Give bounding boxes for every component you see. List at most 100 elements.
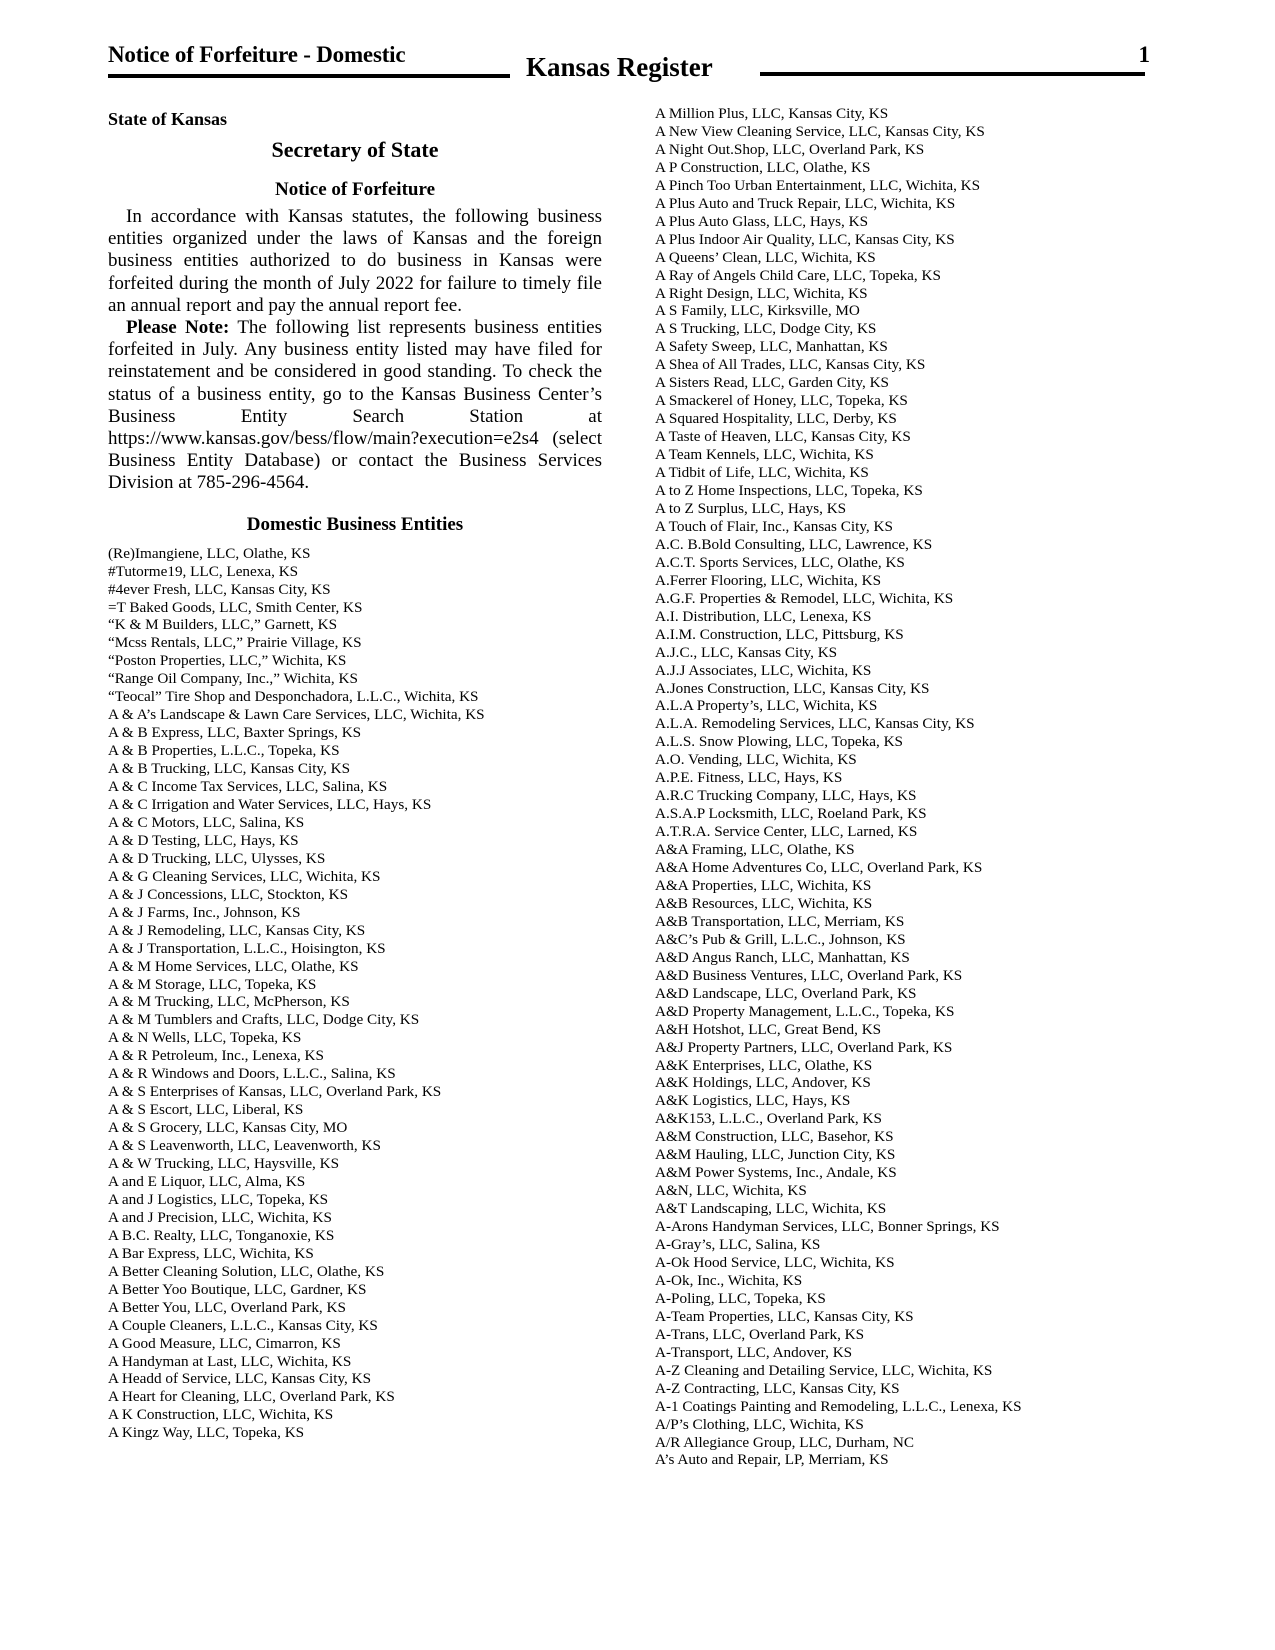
- entity-list-item: A Queens’ Clean, LLC, Wichita, KS: [655, 248, 876, 266]
- notice-heading: Notice of Forfeiture: [274, 179, 435, 200]
- entity-list-item: A.R.C Trucking Company, LLC, Hays, KS: [655, 787, 917, 805]
- entity-list-item: #4ever Fresh, LLC, Kansas City, KS: [108, 580, 331, 598]
- entity-list-item: A Shea of All Trades, LLC, Kansas City, …: [655, 356, 926, 374]
- entity-list-item: A Ray of Angels Child Care, LLC, Topeka,…: [655, 266, 941, 284]
- entity-list-item: A & C Motors, LLC, Salina, KS: [108, 813, 305, 831]
- entity-list-item: A&H Hotshot, LLC, Great Bend, KS: [655, 1020, 882, 1038]
- entity-list-item: A & S Leavenworth, LLC, Leavenworth, KS: [108, 1137, 381, 1155]
- entity-list-item: A.Ferrer Flooring, LLC, Wichita, KS: [655, 571, 882, 589]
- entity-list-item: A S Family, LLC, Kirksville, MO: [655, 302, 860, 320]
- entity-list-item: A Squared Hospitality, LLC, Derby, KS: [655, 410, 897, 428]
- entity-list-item: A Good Measure, LLC, Cimarron, KS: [108, 1334, 341, 1352]
- entity-list-item: A&K Holdings, LLC, Andover, KS: [655, 1074, 871, 1092]
- entity-list-item: A.J.C., LLC, Kansas City, KS: [655, 643, 838, 661]
- header-rule-right: [760, 72, 1145, 76]
- entity-list-item: A Handyman at Last, LLC, Wichita, KS: [108, 1352, 352, 1370]
- entity-list-item: A Kingz Way, LLC, Topeka, KS: [108, 1424, 305, 1442]
- entity-list-item: A Pinch Too Urban Entertainment, LLC, Wi…: [655, 176, 981, 194]
- entity-list-item: A Bar Express, LLC, Wichita, KS: [108, 1244, 314, 1262]
- entity-list-item: A Right Design, LLC, Wichita, KS: [655, 284, 868, 302]
- entity-list-item: “Poston Properties, LLC,” Wichita, KS: [108, 652, 347, 670]
- entity-list-item: A&D Business Ventures, LLC, Overland Par…: [655, 966, 963, 984]
- entity-list-item: A.J.J Associates, LLC, Wichita, KS: [655, 661, 872, 679]
- note-label: Please Note:: [126, 317, 230, 339]
- entity-list-item: A-Transport, LLC, Andover, KS: [655, 1343, 853, 1361]
- entity-list-item: A Heart for Cleaning, LLC, Overland Park…: [108, 1388, 395, 1406]
- entity-list-item: A Million Plus, LLC, Kansas City, KS: [655, 105, 889, 122]
- section-title: Notice of Forfeiture - Domestic: [108, 42, 406, 67]
- entity-list-item: A.P.E. Fitness, LLC, Hays, KS: [655, 769, 843, 787]
- entity-list-item: A & M Home Services, LLC, Olathe, KS: [108, 957, 359, 975]
- entity-list-item: A.I.M. Construction, LLC, Pittsburg, KS: [655, 625, 904, 643]
- entity-list-item: A-Poling, LLC, Topeka, KS: [655, 1289, 826, 1307]
- entity-list-item: A and J Precision, LLC, Wichita, KS: [108, 1208, 332, 1226]
- entity-list-item: A S Trucking, LLC, Dodge City, KS: [655, 320, 877, 338]
- entity-list-item: A to Z Home Inspections, LLC, Topeka, KS: [655, 482, 923, 500]
- entity-list-item: A.L.A Property’s, LLC, Wichita, KS: [655, 697, 878, 715]
- entity-list-item: A New View Cleaning Service, LLC, Kansas…: [655, 122, 985, 140]
- entity-list-item: A Better Cleaning Solution, LLC, Olathe,…: [108, 1262, 385, 1280]
- entity-list-item: A K Construction, LLC, Wichita, KS: [108, 1406, 334, 1424]
- entity-list-item: A Safety Sweep, LLC, Manhattan, KS: [655, 338, 888, 356]
- entity-list-item: A-Ok Hood Service, LLC, Wichita, KS: [655, 1254, 895, 1271]
- entity-list-item: A&M Construction, LLC, Basehor, KS: [655, 1128, 894, 1146]
- entity-list-item: A-Arons Handyman Services, LLC, Bonner S…: [655, 1218, 1000, 1236]
- entity-list-item: A & S Grocery, LLC, Kansas City, MO: [108, 1119, 348, 1137]
- note-text: The following list represents business e…: [108, 317, 602, 494]
- entity-list-item: A & D Testing, LLC, Hays, KS: [108, 831, 299, 849]
- entity-list-item: A&A Home Adventures Co, LLC, Overland Pa…: [655, 859, 983, 877]
- entity-list-item: A.Jones Construction, LLC, Kansas City, …: [655, 679, 930, 697]
- entity-list-item: A & J Transportation, L.L.C., Hoisington…: [108, 939, 386, 957]
- note-paragraph: Please Note: The following list represen…: [108, 317, 602, 495]
- entity-list-item: A&K Enterprises, LLC, Olathe, KS: [655, 1056, 873, 1074]
- section-heading: Domestic Business Entities: [246, 513, 464, 535]
- entity-list-item: A Couple Cleaners, L.L.C., Kansas City, …: [108, 1316, 378, 1334]
- entity-list-item: A&J Property Partners, LLC, Overland Par…: [655, 1038, 953, 1056]
- entity-list-item: A Team Kennels, LLC, Wichita, KS: [655, 446, 874, 464]
- entity-list-item: A P Construction, LLC, Olathe, KS: [655, 158, 871, 176]
- entity-list-item: A&K153, L.L.C., Overland Park, KS: [655, 1110, 882, 1128]
- entity-list-item: A & D Trucking, LLC, Ulysses, KS: [108, 849, 326, 867]
- entity-list-item: A&M Power Systems, Inc., Andale, KS: [655, 1164, 897, 1182]
- entity-list-item: A&D Property Management, L.L.C., Topeka,…: [655, 1002, 955, 1020]
- agency-heading: Secretary of State: [271, 137, 439, 162]
- publication-title: Kansas Register: [526, 52, 713, 82]
- entity-list-item: A&D Angus Ranch, LLC, Manhattan, KS: [655, 948, 910, 966]
- entity-list-item: A-Z Cleaning and Detailing Service, LLC,…: [655, 1361, 993, 1379]
- entity-list-item: A/R Allegiance Group, LLC, Durham, NC: [655, 1433, 914, 1451]
- entity-list-item: A & J Concessions, LLC, Stockton, KS: [108, 885, 349, 903]
- entity-list-item: A Headd of Service, LLC, Kansas City, KS: [108, 1370, 372, 1388]
- entity-list-left: (Re)Imangiene, LLC, Olathe, KS #Tutorme19…: [108, 545, 602, 1443]
- entity-list-item: A & C Income Tax Services, LLC, Salina, …: [108, 778, 388, 796]
- entity-list-item: A Plus Auto Glass, LLC, Hays, KS: [655, 212, 869, 230]
- entity-list-item: A & C Irrigation and Water Services, LLC…: [108, 795, 432, 813]
- entity-list-item: A & M Trucking, LLC, McPherson, KS: [108, 993, 350, 1011]
- entity-list-item: A & A’s Landscape & Lawn Care Services, …: [108, 706, 485, 724]
- entity-list-item: A & M Storage, LLC, Topeka, KS: [108, 975, 317, 993]
- entity-list-item: “Mcss Rentals, LLC,” Prairie Village, KS: [108, 634, 362, 652]
- intro-paragraph: In accordance with Kansas statutes, the …: [108, 206, 602, 316]
- entity-list-item: A&M Hauling, LLC, Junction City, KS: [655, 1146, 896, 1164]
- entity-list-item: A&A Properties, LLC, Wichita, KS: [655, 876, 872, 894]
- entity-list-item: A Taste of Heaven, LLC, Kansas City, KS: [655, 428, 911, 446]
- entity-list-item: A’s Auto and Repair, LP, Merriam, KS: [655, 1451, 889, 1469]
- entity-list-item: A & M Tumblers and Crafts, LLC, Dodge Ci…: [108, 1011, 420, 1029]
- entity-list-item: A Night Out.Shop, LLC, Overland Park, KS: [655, 140, 925, 158]
- entity-list-item: A.L.A. Remodeling Services, LLC, Kansas …: [655, 715, 975, 733]
- entity-list-item: A Plus Indoor Air Quality, LLC, Kansas C…: [655, 230, 955, 248]
- entity-list-item: A Touch of Flair, Inc., Kansas City, KS: [655, 517, 893, 535]
- entity-list-item: A.O. Vending, LLC, Wichita, KS: [655, 751, 857, 769]
- entity-list-item: A.G.F. Properties & Remodel, LLC, Wichit…: [655, 589, 954, 607]
- entity-list-item: A&N, LLC, Wichita, KS: [655, 1182, 807, 1200]
- right-column: A Million Plus, LLC, Kansas City, KS A Ne…: [655, 105, 1175, 1469]
- entity-list-item: A.T.R.A. Service Center, LLC, Larned, KS: [655, 823, 918, 841]
- page-header: Notice of Forfeiture - Domestic Kansas R…: [108, 38, 1150, 88]
- entity-list-item: A Tidbit of Life, LLC, Wichita, KS: [655, 464, 869, 482]
- entity-list-item: A & R Petroleum, Inc., Lenexa, KS: [108, 1047, 324, 1065]
- entity-list-item: A Smackerel of Honey, LLC, Topeka, KS: [655, 392, 908, 410]
- entity-list-item: A.S.A.P Locksmith, LLC, Roeland Park, KS: [655, 805, 927, 823]
- entity-list-item: A & S Escort, LLC, Liberal, KS: [108, 1101, 304, 1119]
- entity-list-item: “K & M Builders, LLC,” Garnett, KS: [108, 616, 338, 634]
- entity-list-item: A & J Farms, Inc., Johnson, KS: [108, 903, 301, 921]
- entity-list-item: A-1 Coatings Painting and Remodeling, L.…: [655, 1397, 1022, 1415]
